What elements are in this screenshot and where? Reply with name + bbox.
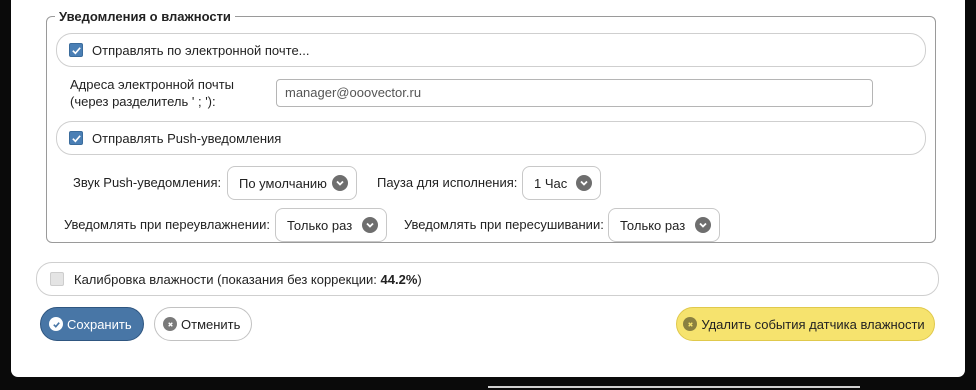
push-checkbox[interactable] <box>69 131 83 145</box>
check-circle-icon <box>49 317 63 331</box>
push-notification-toggle[interactable]: Отправлять Push-уведомления <box>56 121 926 155</box>
delete-events-button[interactable]: Удалить события датчика влажности <box>676 307 935 341</box>
close-circle-icon <box>683 317 698 331</box>
calibration-toggle[interactable]: Калибровка влажности (показания без корр… <box>36 262 939 296</box>
overwet-select[interactable]: Только раз <box>275 208 387 242</box>
calibration-label: Калибровка влажности (показания без корр… <box>74 272 422 287</box>
cancel-button[interactable]: Отменить <box>154 307 253 341</box>
push-sound-label: Звук Push-уведомления: <box>73 175 222 190</box>
push-sound-select[interactable]: По умолчанию <box>227 166 357 200</box>
overdry-value: Только раз <box>620 217 686 233</box>
calibration-value: 44.2% <box>380 271 418 287</box>
overdry-label: Уведомлять при пересушивании: <box>404 217 604 232</box>
group-legend: Уведомления о влажности <box>59 9 231 24</box>
delete-events-button-label: Удалить события датчика влажности <box>701 316 925 332</box>
push-checkbox-label: Отправлять Push-уведомления <box>92 130 282 146</box>
pause-select[interactable]: 1 Час <box>522 166 601 200</box>
email-field[interactable]: manager@ooovector.ru <box>276 79 873 107</box>
calibration-suffix: ) <box>417 271 422 287</box>
email-checkbox-label: Отправлять по электронной почте... <box>92 42 310 58</box>
pause-value: 1 Час <box>534 175 568 191</box>
pause-label: Пауза для исполнения: <box>377 175 518 190</box>
overwet-value: Только раз <box>287 217 353 233</box>
settings-panel: Уведомления о влажности Отправлять по эл… <box>11 0 965 377</box>
save-button[interactable]: Сохранить <box>40 307 144 341</box>
calibration-label-text: Калибровка влажности (показания без корр… <box>74 271 377 287</box>
window-edge-divider <box>488 386 860 388</box>
check-icon <box>71 134 81 142</box>
calibration-checkbox[interactable] <box>50 272 64 286</box>
chevron-down-icon <box>362 217 378 233</box>
overwet-label: Уведомлять при переувлажнении: <box>64 217 271 232</box>
check-icon <box>71 46 81 54</box>
overdry-select[interactable]: Только раз <box>608 208 720 242</box>
email-field-label-line2: (через разделитель ' ; '): <box>70 94 216 109</box>
save-button-label: Сохранить <box>67 316 132 332</box>
email-checkbox[interactable] <box>69 43 83 57</box>
push-sound-value: По умолчанию <box>239 175 327 191</box>
chevron-down-icon <box>576 175 592 191</box>
close-circle-icon <box>163 317 177 331</box>
chevron-down-icon <box>332 175 348 191</box>
email-field-label-line1: Адреса электронной почты <box>70 77 234 92</box>
chevron-down-icon <box>695 217 711 233</box>
email-notification-toggle[interactable]: Отправлять по электронной почте... <box>56 33 926 67</box>
cancel-button-label: Отменить <box>181 316 241 332</box>
email-field-label: Адреса электронной почты (через разделит… <box>70 76 234 110</box>
